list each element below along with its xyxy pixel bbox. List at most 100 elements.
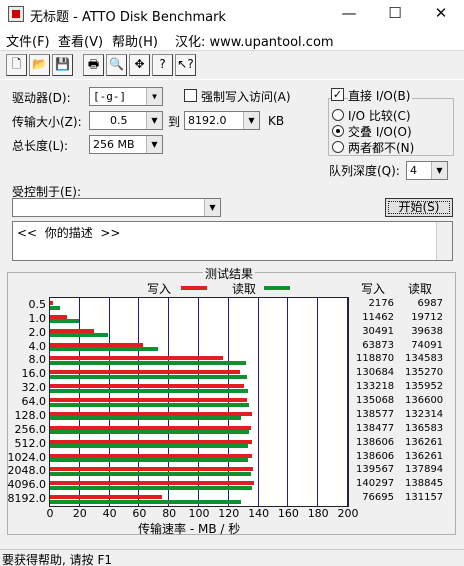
print-preview-button[interactable]: 🔍 (106, 54, 127, 76)
write-value: 133218 (356, 381, 395, 393)
write-value: 140297 (356, 478, 395, 490)
write-value: 130684 (356, 367, 395, 379)
chevron-down-icon: ▼ (146, 112, 162, 129)
x-tick-label: 200 (337, 507, 359, 520)
neither-radio[interactable] (332, 141, 344, 153)
write-bar (50, 439, 252, 444)
start-button[interactable]: 开始(S) (385, 198, 453, 217)
menu-bar: 文件(F) 查看(V) 帮助(H) 汉化: www.upantool.com (0, 29, 464, 50)
x-tick-label: 160 (277, 507, 299, 520)
legend-read-swatch (264, 286, 290, 290)
close-button[interactable]: ✕ (418, 0, 464, 29)
print-preview-icon: 🔍 (109, 57, 124, 71)
drive-select[interactable]: [-g-] ▼ (89, 87, 163, 106)
y-tick-label: 128.0 (14, 408, 47, 422)
write-bar (50, 411, 252, 416)
direct-io-checkbox[interactable]: ✓ (331, 88, 344, 101)
total-length-label: 总长度(L): (12, 139, 69, 153)
read-bar (50, 499, 241, 504)
new-button[interactable]: 🗋 (6, 54, 27, 76)
open-icon: 📂 (32, 57, 47, 71)
chevron-down-icon: ▼ (146, 136, 162, 153)
read-value: 6987 (417, 298, 443, 309)
column-read-header: 读取 (408, 282, 433, 296)
menu-help[interactable]: 帮助(H) (112, 31, 158, 50)
overlapped-io-radio[interactable] (332, 125, 344, 137)
io-compare-radio[interactable] (332, 109, 344, 121)
x-tick-label: 0 (46, 507, 54, 520)
chevron-down-icon: ▼ (204, 199, 220, 216)
write-value: 11462 (362, 311, 394, 323)
read-value: 136261 (405, 450, 444, 462)
open-button[interactable]: 📂 (29, 54, 50, 76)
transfer-to-select[interactable]: 8192.0 ▼ (184, 111, 260, 130)
write-value: 30491 (362, 325, 394, 337)
write-value: 76695 (362, 492, 394, 504)
read-bar (50, 471, 251, 476)
write-bar (50, 370, 241, 375)
read-bar (50, 333, 108, 338)
x-gridline (287, 298, 289, 506)
minimize-button[interactable]: — (326, 0, 372, 29)
window-title: 无标题 - ATTO Disk Benchmark (30, 10, 226, 25)
read-value: 74091 (411, 339, 443, 351)
y-tick-label: 1024.0 (7, 450, 47, 464)
x-tick-label: 100 (188, 507, 210, 520)
transfer-from-select[interactable]: 0.5 ▼ (89, 111, 163, 130)
context-help-button[interactable]: ↖? (175, 54, 196, 76)
read-bar (50, 305, 61, 310)
menu-chinese-info[interactable]: 汉化: www.upantool.com (175, 31, 334, 50)
write-value: 138477 (356, 422, 395, 434)
read-value: 135952 (405, 381, 444, 393)
description-field[interactable]: << 你的描述 >> (12, 221, 453, 261)
print-button[interactable]: 🖶 (83, 54, 104, 76)
toolbar: 🗋 📂 💾 🖶 🔍 ✥ ? ↖? (0, 50, 464, 79)
read-value: 132314 (405, 408, 444, 420)
write-value: 118870 (356, 353, 395, 365)
overlapped-io-label: 交叠 I/O(O) (348, 125, 412, 139)
description-scrollbar[interactable] (436, 222, 452, 260)
y-tick-label: 4.0 (28, 339, 47, 353)
save-button[interactable]: 💾 (52, 54, 73, 76)
read-value: 131157 (405, 492, 444, 504)
y-tick-label: 4096.0 (7, 478, 47, 492)
read-bar (50, 444, 249, 449)
move-icon: ✥ (134, 57, 145, 71)
x-gridline (347, 298, 348, 506)
write-bar (50, 342, 143, 347)
y-tick-label: 64.0 (21, 395, 47, 409)
move-button[interactable]: ✥ (129, 54, 150, 76)
read-bar (50, 458, 249, 463)
queue-depth-select[interactable]: 4 ▼ (406, 161, 448, 180)
controlled-by-select[interactable]: ▼ (12, 198, 221, 217)
force-write-checkbox[interactable] (184, 89, 197, 102)
total-length-select[interactable]: 256 MB ▼ (89, 135, 163, 154)
write-bar (50, 495, 162, 500)
save-icon: 💾 (55, 57, 70, 71)
direct-io-label: 直接 I/O(B) (348, 87, 413, 104)
menu-view[interactable]: 查看(V) (58, 31, 103, 50)
x-tick-label: 120 (218, 507, 240, 520)
read-value: 138845 (405, 478, 444, 490)
context-help-icon: ↖? (177, 57, 194, 71)
chart-plot-area (49, 297, 349, 507)
title-bar[interactable]: 无标题 - ATTO Disk Benchmark — ☐ ✕ (0, 0, 464, 29)
maximize-button[interactable]: ☐ (372, 0, 418, 29)
read-bar (50, 374, 247, 379)
help-button[interactable]: ? (152, 54, 173, 76)
print-icon: 🖶 (87, 57, 100, 71)
write-bar (50, 356, 223, 361)
write-bar (50, 301, 54, 305)
read-bar (50, 485, 253, 490)
queue-depth-value: 4 (410, 164, 417, 177)
description-text: << 你的描述 >> (17, 226, 121, 240)
transfer-from-value: 0.5 (110, 114, 128, 127)
menu-file[interactable]: 文件(F) (6, 31, 50, 50)
y-tick-label: 8192.0 (7, 492, 47, 506)
write-value: 135068 (356, 395, 395, 407)
write-bar (50, 328, 95, 333)
x-gridline (257, 298, 259, 506)
transfer-size-label: 传输大小(Z): (12, 115, 82, 129)
y-tick-label: 512.0 (14, 436, 47, 450)
write-value: 2176 (368, 298, 394, 309)
